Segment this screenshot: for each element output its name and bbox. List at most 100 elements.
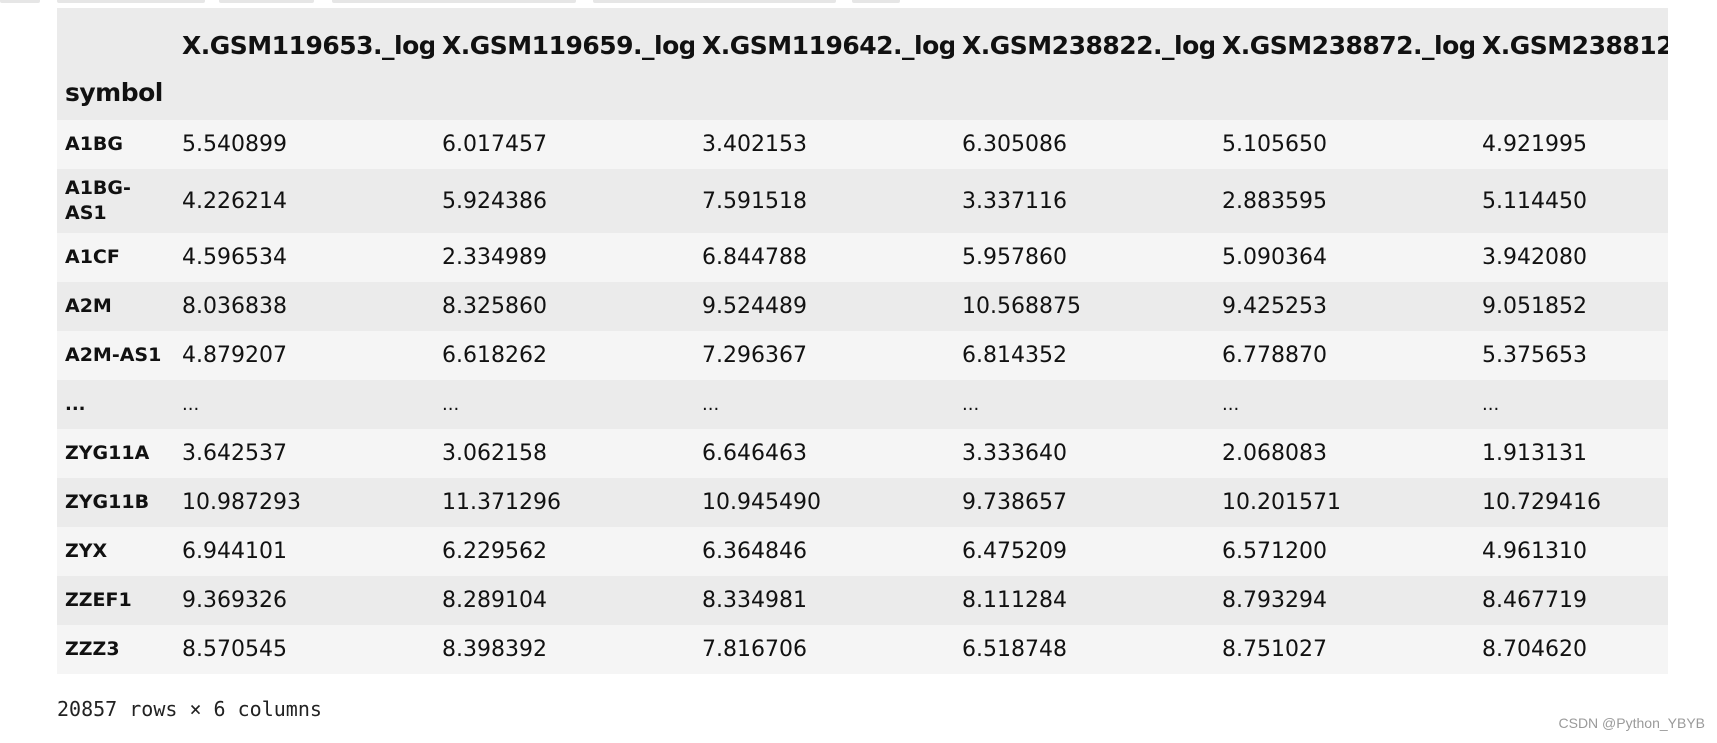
- table-cell: 6.618262: [442, 343, 547, 368]
- table-cell: 5.924386: [442, 188, 547, 214]
- column-header: X.GSM238812._log: [1474, 8, 1668, 64]
- table-cell: 10.568875: [962, 294, 1081, 319]
- table-header: X.GSM119653._log X.GSM119659._log X.GSM1…: [57, 8, 1668, 120]
- table-cell: 3.942080: [1482, 245, 1587, 270]
- table-row: A1BG 5.540899 6.017457 3.402153 6.305086 5.10…: [57, 120, 1668, 169]
- row-index-label: ...: [65, 394, 86, 415]
- table-cell: 6.518748: [962, 637, 1067, 662]
- table-cell: ...: [442, 394, 460, 415]
- table-cell: 10.729416: [1482, 490, 1601, 515]
- table-cell: ...: [182, 394, 200, 415]
- table-cell: 8.325860: [442, 294, 547, 319]
- row-index-label: A1BG: [65, 133, 124, 155]
- table-cell: 7.591518: [702, 188, 807, 214]
- table-cell: 8.467719: [1482, 588, 1587, 613]
- table-cell: 6.475209: [962, 539, 1067, 564]
- table-cell: 6.364846: [702, 539, 807, 564]
- table-row: A1BG-AS1 4.226214 5.924386 7.591518 3.337116…: [57, 169, 1668, 233]
- table-cell: 9.369326: [182, 588, 287, 613]
- row-index-label: A2M-AS1: [65, 344, 162, 366]
- index-name-header: symbol: [57, 64, 174, 120]
- dataframe-table: X.GSM119653._log X.GSM119659._log X.GSM1…: [57, 8, 1668, 674]
- table-cell: 9.425253: [1222, 294, 1327, 319]
- watermark: CSDN @Python_YBYB: [1558, 715, 1706, 731]
- table-row: A2M-AS1 4.879207 6.618262 7.296367 6.814352 6…: [57, 331, 1668, 380]
- top-scroll-remnant: [0, 0, 1717, 6]
- table-cell: 6.305086: [962, 132, 1067, 157]
- table-cell: 3.642537: [182, 441, 287, 466]
- header-corner: [57, 8, 174, 64]
- table-cell: ...: [1222, 394, 1240, 415]
- column-header: X.GSM238822._log: [954, 8, 1214, 64]
- table-cell: 10.945490: [702, 490, 821, 515]
- table-cell: 9.524489: [702, 294, 807, 319]
- table-cell: 4.226214: [182, 188, 287, 214]
- row-index-label: ZZZ3: [65, 638, 120, 660]
- dataframe-output: X.GSM119653._log X.GSM119659._log X.GSM1…: [57, 8, 1668, 674]
- row-index-label: A1CF: [65, 246, 120, 268]
- table-cell: 8.334981: [702, 588, 807, 613]
- table-cell: 3.062158: [442, 441, 547, 466]
- table-cell: 4.879207: [182, 343, 287, 368]
- table-row: .....................: [57, 380, 1668, 429]
- table-cell: 6.778870: [1222, 343, 1327, 368]
- table-row: ZYX 6.944101 6.229562 6.364846 6.475209 6.571…: [57, 527, 1668, 576]
- row-index-label: ZYX: [65, 540, 108, 562]
- row-index-label: A2M: [65, 295, 112, 317]
- table-cell: 7.816706: [702, 637, 807, 662]
- table-cell: 4.961310: [1482, 539, 1587, 564]
- table-cell: 8.111284: [962, 588, 1067, 613]
- table-cell: 5.090364: [1222, 245, 1327, 270]
- table-cell: 3.402153: [702, 132, 807, 157]
- table-cell: 8.289104: [442, 588, 547, 613]
- table-cell: 7.296367: [702, 343, 807, 368]
- table-cell: 3.333640: [962, 441, 1067, 466]
- table-cell: 1.913131: [1482, 441, 1587, 466]
- table-body: A1BG 5.540899 6.017457 3.402153 6.305086 5.10…: [57, 120, 1668, 674]
- table-cell: 6.571200: [1222, 539, 1327, 564]
- table-cell: 4.596534: [182, 245, 287, 270]
- table-row: A2M 8.036838 8.325860 9.524489 10.568875 9.42…: [57, 282, 1668, 331]
- table-cell: 6.814352: [962, 343, 1067, 368]
- table-cell: 2.068083: [1222, 441, 1327, 466]
- table-cell: 5.105650: [1222, 132, 1327, 157]
- row-index-label: A1BG-AS1: [65, 177, 131, 224]
- table-cell: 3.337116: [962, 188, 1067, 214]
- table-cell: 10.201571: [1222, 490, 1341, 515]
- table-cell: 6.944101: [182, 539, 287, 564]
- table-row: ZZZ3 8.570545 8.398392 7.816706 6.518748 8.75…: [57, 625, 1668, 674]
- table-cell: 8.570545: [182, 637, 287, 662]
- table-cell: 5.375653: [1482, 343, 1587, 368]
- table-cell: 5.540899: [182, 132, 287, 157]
- table-cell: ...: [1482, 394, 1500, 415]
- table-row: ZZEF1 9.369326 8.289104 8.334981 8.111284 8.7…: [57, 576, 1668, 625]
- table-row: ZYG11B 10.987293 11.371296 10.945490 9.73865…: [57, 478, 1668, 527]
- table-cell: 2.883595: [1222, 188, 1327, 214]
- table-cell: 6.844788: [702, 245, 807, 270]
- table-cell: 8.793294: [1222, 588, 1327, 613]
- column-header: X.GSM119653._log: [174, 8, 434, 64]
- table-cell: 6.229562: [442, 539, 547, 564]
- table-cell: 6.646463: [702, 441, 807, 466]
- table-cell: 8.704620: [1482, 637, 1587, 662]
- column-header: X.GSM119642._log: [694, 8, 954, 64]
- table-cell: 8.036838: [182, 294, 287, 319]
- table-cell: 9.051852: [1482, 294, 1587, 319]
- table-cell: 6.017457: [442, 132, 547, 157]
- table-cell: 10.987293: [182, 490, 301, 515]
- row-index-label: ZYG11A: [65, 442, 150, 464]
- table-cell: ...: [702, 394, 720, 415]
- table-row: ZYG11A 3.642537 3.062158 6.646463 3.333640 2.…: [57, 429, 1668, 478]
- table-cell: 8.751027: [1222, 637, 1327, 662]
- row-index-label: ZYG11B: [65, 491, 150, 513]
- table-cell: 4.921995: [1482, 132, 1587, 157]
- table-cell: 5.957860: [962, 245, 1067, 270]
- table-cell: 2.334989: [442, 245, 547, 270]
- row-index-label: ZZEF1: [65, 589, 132, 611]
- table-cell: 9.738657: [962, 490, 1067, 515]
- table-cell: ...: [962, 394, 980, 415]
- table-row: A1CF 4.596534 2.334989 6.844788 5.957860 5.09…: [57, 233, 1668, 282]
- column-header: X.GSM119659._log: [434, 8, 694, 64]
- table-cell: 11.371296: [442, 490, 561, 515]
- table-cell: 5.114450: [1482, 188, 1587, 214]
